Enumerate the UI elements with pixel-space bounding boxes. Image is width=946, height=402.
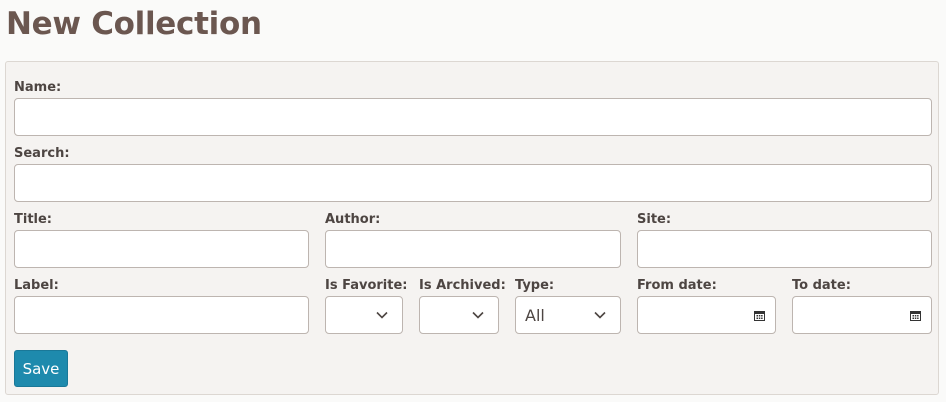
- name-label: Name:: [14, 80, 62, 95]
- chevron-down-icon: [472, 311, 484, 319]
- title-field[interactable]: [14, 230, 309, 268]
- to-date-label: To date:: [792, 278, 851, 293]
- is-favorite-select[interactable]: [325, 296, 403, 334]
- from-date-field[interactable]: [637, 296, 776, 334]
- title-label: Title:: [14, 212, 53, 227]
- label-input[interactable]: [15, 297, 308, 333]
- author-label: Author:: [325, 212, 381, 227]
- search-input[interactable]: [15, 165, 931, 201]
- search-field[interactable]: [14, 164, 932, 202]
- label-field[interactable]: [14, 296, 309, 334]
- search-label: Search:: [14, 146, 70, 161]
- site-label: Site:: [637, 212, 672, 227]
- type-select[interactable]: All: [515, 296, 621, 334]
- author-input[interactable]: [326, 231, 620, 267]
- site-input[interactable]: [638, 231, 931, 267]
- author-field[interactable]: [325, 230, 621, 268]
- type-value: All: [525, 306, 545, 325]
- is-archived-select[interactable]: [419, 296, 499, 334]
- save-button[interactable]: Save: [14, 350, 68, 387]
- is-favorite-label: Is Favorite:: [325, 278, 408, 293]
- site-field[interactable]: [637, 230, 932, 268]
- page-title: New Collection: [6, 6, 262, 42]
- calendar-icon[interactable]: [910, 310, 921, 321]
- name-field[interactable]: [14, 98, 932, 136]
- title-input[interactable]: [15, 231, 308, 267]
- calendar-icon[interactable]: [754, 310, 765, 321]
- to-date-field[interactable]: [792, 296, 932, 334]
- name-input[interactable]: [15, 99, 931, 135]
- chevron-down-icon: [594, 311, 606, 319]
- chevron-down-icon: [376, 311, 388, 319]
- label-label: Label:: [14, 278, 59, 293]
- type-label: Type:: [515, 278, 555, 293]
- from-date-label: From date:: [637, 278, 717, 293]
- is-archived-label: Is Archived:: [419, 278, 506, 293]
